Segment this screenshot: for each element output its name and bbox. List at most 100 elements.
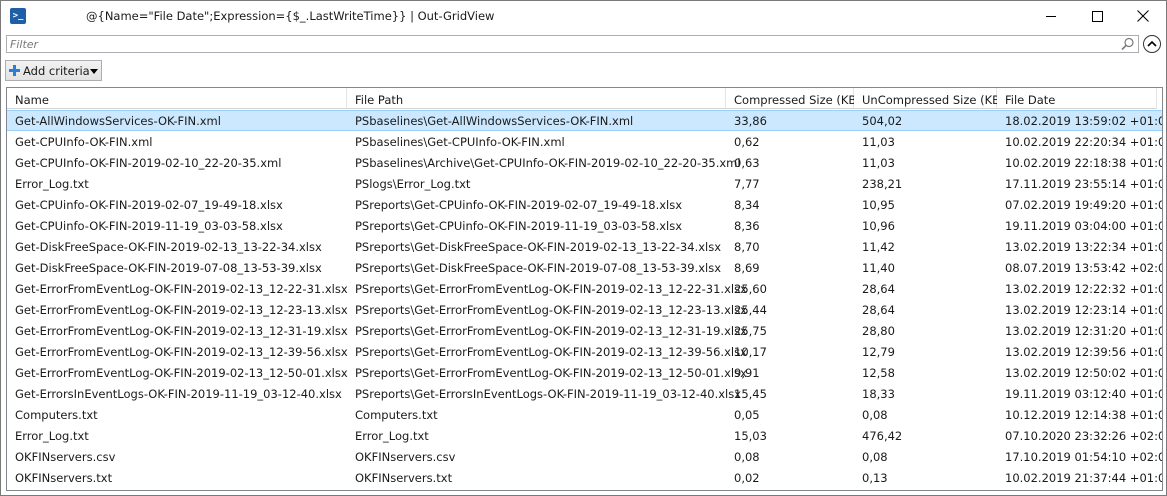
filter-input[interactable] [8,36,1118,52]
cell-file-date: 13.02.2019 12:50:02 +01:00 [1005,366,1163,380]
table-row[interactable]: Get-ErrorFromEventLog-OK-FIN-2019-02-13_… [7,320,1162,341]
maximize-button[interactable] [1074,1,1120,32]
cell-file-path: PSreports\Get-DiskFreeSpace-OK-FIN-2019-… [355,261,722,275]
cell-file-path: PSbaselines\Get-CPUInfo-OK-FIN.xml [355,135,565,149]
cell-name: OKFINservers.csv [15,450,116,464]
title-bar[interactable]: >_ @{Name="File Date";Expression={$_.Las… [1,1,1166,32]
cell-file-date: 17.11.2019 23:55:14 +01:00 [1005,177,1163,191]
table-row[interactable]: Get-CPUInfo-OK-FIN-2019-02-10_22-20-35.x… [7,152,1162,173]
cell-file-path: PSreports\Get-ErrorFromEventLog-OK-FIN-2… [355,303,747,317]
table-row[interactable]: Get-ErrorFromEventLog-OK-FIN-2019-02-13_… [7,299,1162,320]
cell-uncompressed-size: 0,08 [862,450,888,464]
cell-uncompressed-size: 11,03 [862,156,895,170]
filter-box [6,35,1139,53]
cell-file-date: 19.11.2019 03:12:40 +01:00 [1005,387,1163,401]
cell-uncompressed-size: 18,33 [862,387,895,401]
table-row[interactable]: Computers.txt Computers.txt 0,05 0,08 10.12.… [7,404,1162,425]
table-row[interactable]: Get-CPUinfo-OK-FIN-2019-11-19_03-03-58.x… [7,215,1162,236]
cell-compressed-size: 7,77 [734,177,760,191]
cell-uncompressed-size: 11,40 [862,261,895,275]
cell-compressed-size: 25,75 [734,324,767,338]
cell-file-date: 07.02.2019 19:49:20 +01:00 [1005,198,1163,212]
cell-name: Get-CPUInfo-OK-FIN.xml [15,135,153,149]
cell-uncompressed-size: 476,42 [862,429,903,443]
cell-file-date: 18.02.2019 13:59:02 +01:00 [1005,114,1163,128]
cell-file-date: 10.12.2019 12:14:38 +01:00 [1005,408,1163,422]
cell-name: Get-ErrorFromEventLog-OK-FIN-2019-02-13_… [15,282,348,296]
table-row[interactable]: Error_Log.txt Error_Log.txt 15,03 476,42 07.… [7,425,1162,446]
column-header-name[interactable]: Name [7,88,347,109]
cell-uncompressed-size: 11,42 [862,240,895,254]
column-header-file-path[interactable]: File Path [347,88,726,109]
cell-compressed-size: 0,02 [734,471,760,485]
cell-file-date: 08.07.2019 13:53:42 +02:00 [1005,261,1163,275]
table-row[interactable]: Get-ErrorFromEventLog-OK-FIN-2019-02-13_… [7,341,1162,362]
cell-file-path: Error_Log.txt [355,429,429,443]
plus-icon [9,65,20,76]
out-gridview-window: >_ @{Name="File Date";Expression={$_.Las… [0,0,1167,496]
cell-uncompressed-size: 28,64 [862,282,895,296]
table-row[interactable]: Get-ErrorFromEventLog-OK-FIN-2019-02-13_… [7,362,1162,383]
chevron-up-icon [1147,40,1157,47]
cell-compressed-size: 0,63 [734,156,760,170]
cell-file-path: OKFINservers.txt [355,471,453,485]
cell-file-path: PSreports\Get-ErrorFromEventLog-OK-FIN-2… [355,282,747,296]
add-criteria-label: Add criteria [23,64,90,78]
close-button[interactable] [1120,1,1166,32]
cell-file-path: PSlogs\Error_Log.txt [355,177,471,191]
cell-file-path: PSbaselines\Get-AllWindowsServices-OK-FI… [355,114,634,128]
table-row[interactable]: Get-DiskFreeSpace-OK-FIN-2019-07-08_13-5… [7,257,1162,278]
cell-name: Get-AllWindowsServices-OK-FIN.xml [15,114,221,128]
cell-name: Get-ErrorsInEventLogs-OK-FIN-2019-11-19_… [15,387,342,401]
cell-file-path: OKFINservers.csv [355,450,456,464]
cell-file-date: 13.02.2019 12:31:20 +01:00 [1005,324,1163,338]
cell-file-date: 10.02.2019 22:18:38 +01:00 [1005,156,1163,170]
cell-compressed-size: 8,34 [734,198,760,212]
table-row[interactable]: OKFINservers.txt OKFINservers.txt 0,02 0,13… [7,467,1162,488]
column-header-file-date[interactable]: File Date [997,88,1157,109]
cell-uncompressed-size: 0,08 [862,408,888,422]
cell-uncompressed-size: 0,13 [862,471,888,485]
cell-name: Computers.txt [15,408,98,422]
cell-compressed-size: 0,05 [734,408,760,422]
cell-file-date: 13.02.2019 12:22:32 +01:00 [1005,282,1163,296]
cell-file-path: PSreports\Get-ErrorFromEventLog-OK-FIN-2… [355,345,747,359]
cell-uncompressed-size: 10,95 [862,198,895,212]
cell-file-date: 13.02.2019 12:23:14 +01:00 [1005,303,1163,317]
table-row[interactable]: Get-DiskFreeSpace-OK-FIN-2019-02-13_13-2… [7,236,1162,257]
maximize-icon [1092,11,1103,22]
cell-name: Get-ErrorFromEventLog-OK-FIN-2019-02-13_… [15,366,348,380]
cell-uncompressed-size: 238,21 [862,177,903,191]
cell-file-date: 10.02.2019 21:37:44 +01:00 [1005,471,1163,485]
cell-file-path: PSreports\Get-ErrorFromEventLog-OK-FIN-2… [355,324,747,338]
cell-compressed-size: 15,45 [734,387,767,401]
table-row[interactable]: Get-ErrorFromEventLog-OK-FIN-2019-02-13_… [7,278,1162,299]
cell-file-date: 19.11.2019 03:04:00 +01:00 [1005,219,1163,233]
cell-compressed-size: 0,08 [734,450,760,464]
cell-uncompressed-size: 28,80 [862,324,895,338]
cell-file-date: 13.02.2019 12:39:56 +01:00 [1005,345,1163,359]
minimize-button[interactable] [1028,1,1074,32]
column-header-row: Name File Path Compressed Size (KB) UnCo… [7,88,1162,110]
close-icon [1137,10,1149,22]
table-row[interactable]: OKFINservers.csv OKFINservers.csv 0,08 0,08… [7,446,1162,467]
table-row[interactable]: Get-CPUInfo-OK-FIN.xml PSbaselines\Get-CP… [7,131,1162,152]
column-header-uncompressed-size[interactable]: UnCompressed Size (KB) [854,88,1005,109]
collapse-filter-button[interactable] [1143,35,1161,53]
table-row[interactable]: Get-ErrorsInEventLogs-OK-FIN-2019-11-19_… [7,383,1162,404]
search-icon[interactable] [1121,37,1135,51]
table-row[interactable]: Get-AllWindowsServices-OK-FIN.xml PSbasel… [7,110,1162,131]
cell-compressed-size: 8,70 [734,240,760,254]
column-header-compressed-size[interactable]: Compressed Size (KB) [726,88,861,109]
add-criteria-button[interactable]: Add criteria [5,60,102,81]
cell-name: Get-CPUInfo-OK-FIN-2019-02-10_22-20-35.x… [15,156,282,170]
cell-file-path: PSreports\Get-CPUinfo-OK-FIN-2019-02-07_… [355,198,683,212]
cell-uncompressed-size: 28,64 [862,303,895,317]
table-row[interactable]: Error_Log.txt PSlogs\Error_Log.txt 7,77 238… [7,173,1162,194]
table-row[interactable]: Get-CPUinfo-OK-FIN-2019-02-07_19-49-18.x… [7,194,1162,215]
cell-compressed-size: 25,44 [734,303,767,317]
powershell-icon: >_ [10,8,26,24]
cell-compressed-size: 25,60 [734,282,767,296]
cell-compressed-size: 8,69 [734,261,760,275]
cell-uncompressed-size: 11,03 [862,135,895,149]
